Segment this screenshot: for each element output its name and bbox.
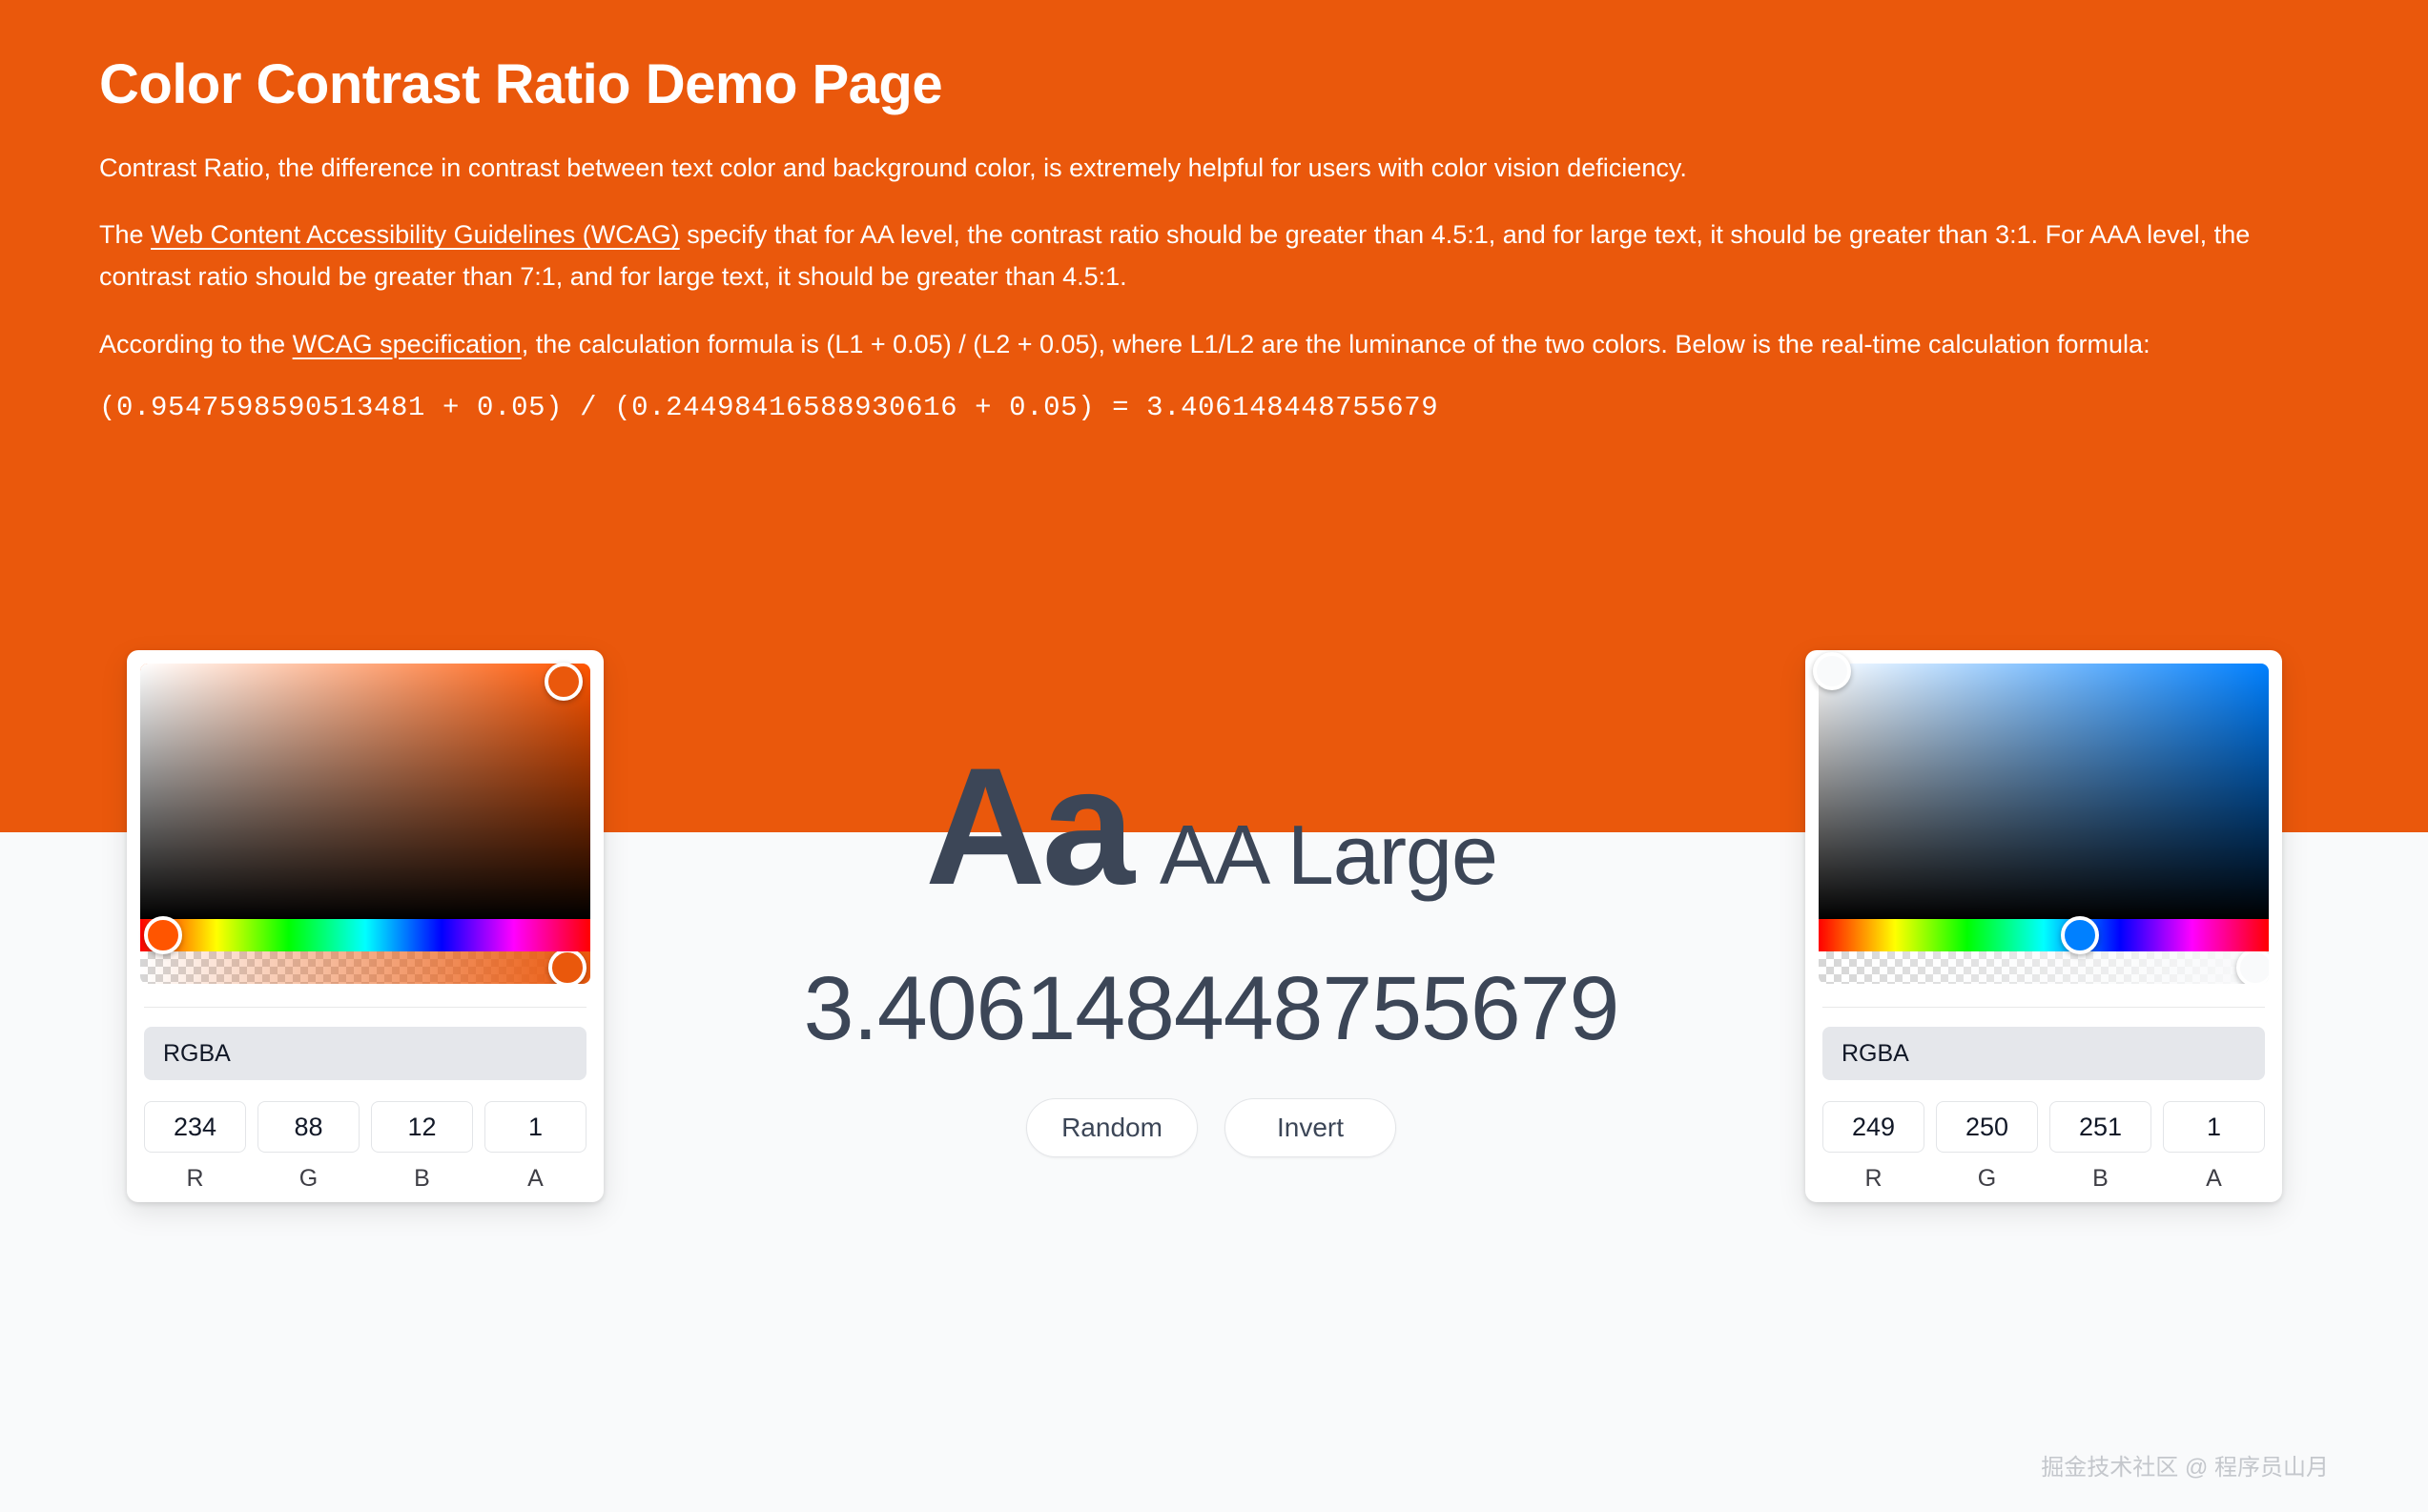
hero-content: Color Contrast Ratio Demo Page Contrast … bbox=[0, 0, 2428, 423]
conformance-level-label: AA Large bbox=[1160, 813, 1497, 897]
foreground-r-label: R bbox=[144, 1165, 246, 1193]
intro-paragraph-1: Contrast Ratio, the difference in contra… bbox=[99, 148, 2321, 190]
intro-p3-rest: , the calculation formula is (L1 + 0.05)… bbox=[522, 330, 2150, 358]
foreground-saturation-handle[interactable] bbox=[545, 663, 583, 701]
background-color-picker[interactable]: RGBA 249 R 250 G 251 B 1 A bbox=[1805, 650, 2282, 1202]
foreground-alpha-slider[interactable] bbox=[140, 951, 590, 984]
background-format-label: RGBA bbox=[1842, 1040, 1909, 1068]
watermark: 掘金技术社区 @ 程序员山月 bbox=[2041, 1448, 2329, 1481]
background-black-overlay bbox=[1819, 664, 2269, 919]
background-a-label: A bbox=[2163, 1165, 2265, 1193]
foreground-a-label: A bbox=[484, 1165, 586, 1193]
foreground-g-input[interactable]: 88 bbox=[257, 1101, 360, 1153]
background-divider bbox=[1822, 1007, 2265, 1008]
intro-p3-prefix: According to the bbox=[99, 330, 293, 358]
page-title: Color Contrast Ratio Demo Page bbox=[99, 53, 2329, 117]
foreground-alpha-handle[interactable] bbox=[548, 951, 586, 984]
foreground-color-picker[interactable]: RGBA 234 R 88 G 12 B 1 A bbox=[127, 650, 604, 1202]
sample-letters: Aa bbox=[925, 744, 1131, 910]
background-channel-fields: 249 R 250 G 251 B 1 A bbox=[1822, 1101, 2265, 1193]
foreground-channel-a: 1 A bbox=[484, 1101, 586, 1193]
background-hue-handle[interactable] bbox=[2061, 916, 2099, 954]
background-r-input[interactable]: 249 bbox=[1822, 1101, 1924, 1153]
foreground-r-input[interactable]: 234 bbox=[144, 1101, 246, 1153]
background-channel-b: 251 B bbox=[2049, 1101, 2151, 1193]
background-saturation-handle[interactable] bbox=[1813, 652, 1851, 690]
background-saturation-gradient bbox=[1819, 664, 2269, 919]
contrast-ratio-value: 3.406148448755679 bbox=[610, 964, 1812, 1054]
background-saturation-area[interactable] bbox=[1819, 664, 2269, 919]
foreground-format-label: RGBA bbox=[163, 1040, 231, 1068]
foreground-format-select[interactable]: RGBA bbox=[144, 1027, 586, 1080]
contrast-preview-panel: Aa AA Large 3.406148448755679 Random Inv… bbox=[610, 744, 1812, 1157]
foreground-a-input[interactable]: 1 bbox=[484, 1101, 586, 1153]
background-alpha-handle[interactable] bbox=[2236, 951, 2269, 984]
background-format-select[interactable]: RGBA bbox=[1822, 1027, 2265, 1080]
foreground-saturation-gradient bbox=[140, 664, 590, 919]
foreground-saturation-area[interactable] bbox=[140, 664, 590, 919]
foreground-black-overlay bbox=[140, 664, 590, 919]
background-channel-g: 250 G bbox=[1936, 1101, 2038, 1193]
foreground-channel-r: 234 R bbox=[144, 1101, 246, 1193]
background-b-input[interactable]: 251 bbox=[2049, 1101, 2151, 1153]
foreground-divider bbox=[144, 1007, 586, 1008]
foreground-g-label: G bbox=[257, 1165, 360, 1193]
contrast-formula: (0.9547598590513481 + 0.05) / (0.2449841… bbox=[99, 392, 2329, 423]
background-hue-slider[interactable] bbox=[1819, 919, 2269, 951]
wcag-specification-link[interactable]: WCAG specification bbox=[293, 330, 522, 358]
foreground-channel-b: 12 B bbox=[371, 1101, 473, 1193]
action-buttons: Random Invert bbox=[610, 1098, 1812, 1157]
background-b-label: B bbox=[2049, 1165, 2151, 1193]
background-alpha-gradient bbox=[1819, 951, 2269, 984]
intro-paragraph-1-text: Contrast Ratio, the difference in contra… bbox=[99, 153, 1687, 182]
background-channel-a: 1 A bbox=[2163, 1101, 2265, 1193]
intro-p2-prefix: The bbox=[99, 220, 151, 249]
foreground-channel-fields: 234 R 88 G 12 B 1 A bbox=[144, 1101, 586, 1193]
background-r-label: R bbox=[1822, 1165, 1924, 1193]
foreground-channel-g: 88 G bbox=[257, 1101, 360, 1193]
foreground-b-input[interactable]: 12 bbox=[371, 1101, 473, 1153]
background-g-label: G bbox=[1936, 1165, 2038, 1193]
background-channel-r: 249 R bbox=[1822, 1101, 1924, 1193]
foreground-b-label: B bbox=[371, 1165, 473, 1193]
foreground-alpha-gradient bbox=[140, 951, 590, 984]
invert-button[interactable]: Invert bbox=[1224, 1098, 1396, 1157]
wcag-guidelines-link[interactable]: Web Content Accessibility Guidelines (WC… bbox=[151, 220, 680, 249]
foreground-hue-slider[interactable] bbox=[140, 919, 590, 951]
foreground-hue-handle[interactable] bbox=[144, 916, 182, 954]
intro-paragraph-3: According to the WCAG specification, the… bbox=[99, 324, 2321, 366]
sample-text-row: Aa AA Large bbox=[610, 744, 1812, 910]
intro-paragraph-2: The Web Content Accessibility Guidelines… bbox=[99, 215, 2321, 297]
random-button[interactable]: Random bbox=[1026, 1098, 1198, 1157]
background-alpha-slider[interactable] bbox=[1819, 951, 2269, 984]
background-g-input[interactable]: 250 bbox=[1936, 1101, 2038, 1153]
background-a-input[interactable]: 1 bbox=[2163, 1101, 2265, 1153]
